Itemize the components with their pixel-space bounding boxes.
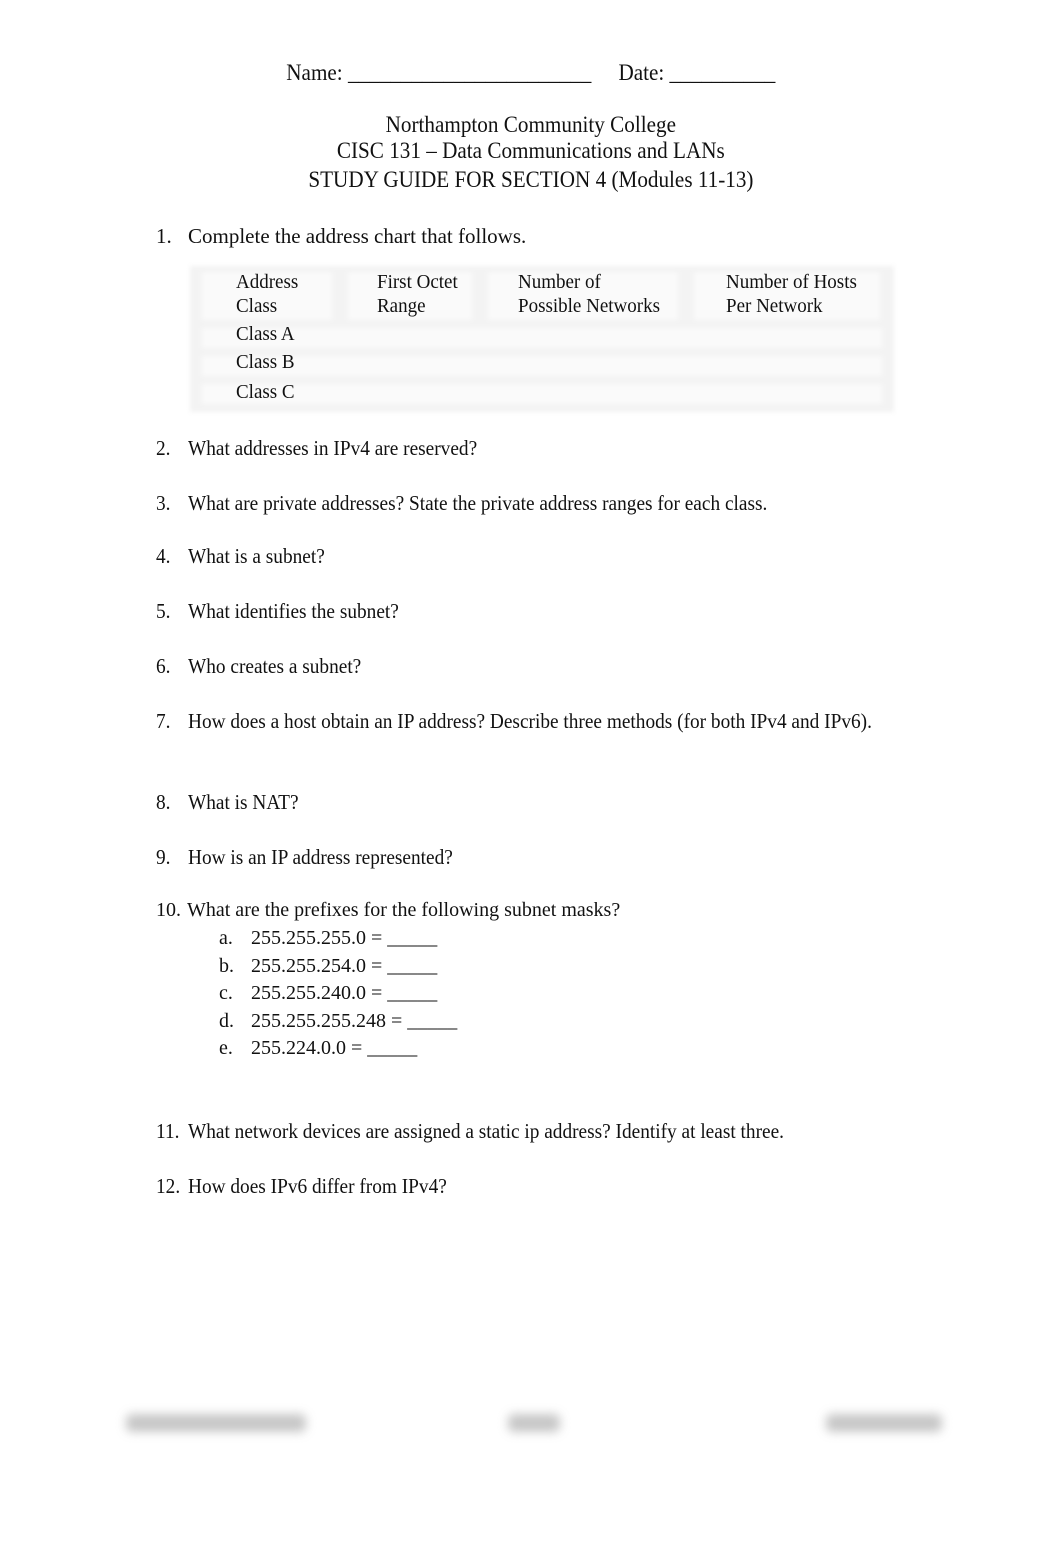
- item-letter: c.: [219, 982, 233, 1004]
- item-text: 255.255.254.0 = _____: [251, 955, 438, 977]
- item-letter: d.: [219, 1010, 234, 1032]
- question-text: What is NAT?: [188, 790, 299, 814]
- footer-right-text-blurred: [826, 1414, 942, 1432]
- question-text: Who creates a subnet?: [188, 654, 362, 678]
- footer-page-number-blurred: [508, 1414, 560, 1432]
- question-number: 8.: [156, 790, 171, 814]
- question-text: What network devices are assigned a stat…: [188, 1119, 785, 1143]
- name-blank: _______________________: [348, 60, 592, 85]
- question-text: Complete the address chart that follows.: [188, 224, 527, 248]
- question-number: 11.: [156, 1119, 180, 1143]
- item-letter: e.: [219, 1037, 233, 1059]
- question-number: 10.: [156, 899, 181, 921]
- question-number: 3.: [156, 491, 171, 515]
- header-hosts-per-network: Number of Hosts Per Network: [726, 271, 857, 317]
- study-guide-title: STUDY GUIDE FOR SECTION 4 (Modules 11-13…: [308, 167, 754, 192]
- document-page: Name: _______________________ Date: ____…: [0, 0, 1062, 1556]
- header-first-octet-range: First Octet Range: [377, 271, 458, 317]
- question-text: What addresses in IPv4 are reserved?: [188, 436, 478, 460]
- row-class-a: Class A: [236, 323, 295, 345]
- header-address-class: Address Class: [236, 271, 299, 317]
- question-text: How does a host obtain an IP address? De…: [188, 709, 872, 733]
- item-letter: b.: [219, 955, 234, 977]
- table-row: Class B: [236, 350, 298, 374]
- question-number: 4.: [156, 544, 171, 568]
- question-text: What identifies the subnet?: [188, 599, 399, 623]
- item-text: 255.224.0.0 = _____: [251, 1037, 418, 1059]
- table-row: Class A: [236, 322, 298, 346]
- question-text: How does IPv6 differ from IPv4?: [188, 1174, 447, 1198]
- row-class-c: Class C: [236, 381, 295, 403]
- course-title: CISC 131 – Data Communications and LANs: [337, 138, 725, 163]
- question-number: 5.: [156, 599, 171, 623]
- item-text: 255.255.255.0 = _____: [251, 927, 438, 949]
- institution-title: Northampton Community College: [385, 112, 677, 137]
- footer-left-text-blurred: [126, 1414, 306, 1432]
- question-number: 7.: [156, 709, 171, 733]
- question-text: What are private addresses? State the pr…: [188, 491, 768, 515]
- question-number: 9.: [156, 845, 171, 869]
- question-number: 1.: [156, 224, 172, 248]
- item-text: 255.255.240.0 = _____: [251, 982, 438, 1004]
- question-text: What is a subnet?: [188, 544, 325, 568]
- item-text: 255.255.255.248 = _____: [251, 1010, 458, 1032]
- question-number: 12.: [156, 1174, 181, 1198]
- question-number: 6.: [156, 654, 171, 678]
- name-label: Name:: [286, 60, 343, 85]
- row-class-b: Class B: [236, 351, 295, 373]
- header-possible-networks: Number of Possible Networks: [518, 271, 660, 317]
- table-row: Class C: [236, 380, 298, 404]
- question-text: What are the prefixes for the following …: [187, 899, 621, 921]
- question-number: 2.: [156, 436, 171, 460]
- item-letter: a.: [219, 927, 233, 949]
- name-date-line: Name: _______________________ Date: ____…: [0, 60, 1062, 86]
- question-text: How is an IP address represented?: [188, 845, 453, 869]
- date-label: Date:: [618, 60, 665, 85]
- date-blank: __________: [669, 60, 776, 85]
